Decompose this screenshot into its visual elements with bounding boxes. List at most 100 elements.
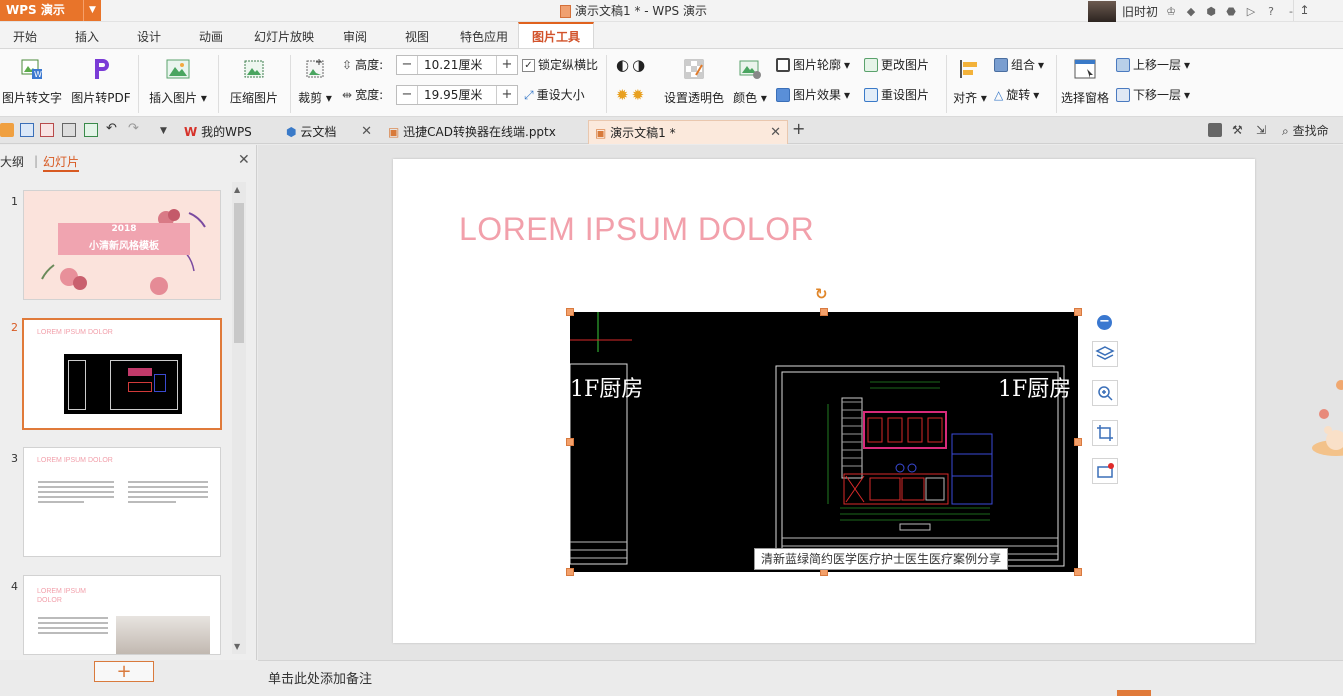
resize-handle-ne[interactable] <box>1074 308 1082 316</box>
reset-image-label: 重设图片 <box>881 88 930 102</box>
resize-handle-w[interactable] <box>566 438 574 446</box>
share-icon[interactable]: ▷ <box>1244 5 1258 18</box>
username[interactable]: 旧时初 <box>1122 3 1158 20</box>
tab-cad-converter[interactable]: ▣ 迅捷CAD转换器在线端.pptx <box>388 120 586 144</box>
settings-icon[interactable]: ⬢ <box>1204 5 1218 18</box>
color-button[interactable]: 颜色 ▾ <box>730 53 770 113</box>
tab-special[interactable]: 特色应用 <box>452 22 516 48</box>
increase-width-button[interactable]: + <box>497 86 517 104</box>
tab-review[interactable]: 审阅 <box>330 22 380 48</box>
brightness-button[interactable]: ✹ ✹ <box>616 85 644 105</box>
tab-design[interactable]: 设计 <box>124 22 174 48</box>
collapse-tools-icon[interactable]: − <box>1097 315 1112 330</box>
resize-handle-se[interactable] <box>1074 568 1082 576</box>
scrollbar-thumb[interactable] <box>234 203 244 343</box>
resize-handle-nw[interactable] <box>566 308 574 316</box>
resize-handle-sw[interactable] <box>566 568 574 576</box>
undo-icon[interactable]: ↶ <box>106 122 120 136</box>
contrast-button[interactable]: ◐ ◑ <box>616 55 645 75</box>
user-area[interactable]: 旧时初 ♔ ◆ ⬢ ⬣ ▷ ? - <box>1088 0 1298 22</box>
print-preview-icon[interactable] <box>84 123 98 137</box>
open-folder-icon[interactable] <box>0 123 14 137</box>
export-pdf-icon[interactable] <box>40 123 54 137</box>
decrease-width-button[interactable]: − <box>397 86 417 104</box>
tab-cloud-docs[interactable]: ⬢ 云文档 ✕ <box>286 120 378 144</box>
decrease-height-button[interactable]: − <box>397 56 417 74</box>
slide-thumbnail[interactable]: LOREM IPSUM DOLOR <box>23 575 221 655</box>
cad-image[interactable]: 1F厨房 1F厨房 <box>570 312 1078 572</box>
redo-icon[interactable]: ↷ <box>128 122 142 136</box>
increase-height-button[interactable]: + <box>497 56 517 74</box>
resize-handle-e[interactable] <box>1074 438 1082 446</box>
selection-pane-button[interactable]: 选择窗格 <box>1058 53 1112 113</box>
close-icon[interactable]: ✕ <box>361 120 372 144</box>
send-backward-button[interactable]: 下移一层 ▾ <box>1116 85 1190 105</box>
tab-picture-tools[interactable]: 图片工具 <box>518 22 594 48</box>
status-bar-view-button[interactable] <box>1117 690 1151 696</box>
bring-forward-button[interactable]: 上移一层 ▾ <box>1116 55 1190 75</box>
compress-image-button[interactable]: 压缩图片 <box>224 53 284 113</box>
tab-slideshow[interactable]: 幻灯片放映 <box>246 22 322 48</box>
tab-my-wps[interactable]: W 我的WPS <box>184 120 276 144</box>
width-input[interactable]: 19.95厘米 <box>417 86 497 104</box>
group-button[interactable]: 组合 ▾ <box>994 55 1044 75</box>
help-icon[interactable]: ? <box>1264 5 1278 18</box>
new-tab-icon[interactable]: + <box>792 121 806 137</box>
lock-aspect-checkbox[interactable]: ✓ 锁定纵横比 <box>522 55 598 75</box>
cube-icon[interactable]: ⬣ <box>1224 5 1238 18</box>
save-icon[interactable] <box>20 123 34 137</box>
app-menu-button[interactable]: WPS 演示 ▼ <box>0 0 101 21</box>
resize-handle-n[interactable] <box>820 308 828 316</box>
reset-size-button[interactable]: ⤢ 重设大小 <box>524 85 585 105</box>
find-command-search[interactable]: ⌕ 查找命 <box>1282 122 1329 139</box>
tab-outline[interactable]: 大纲 <box>0 153 24 170</box>
width-stepper[interactable]: − 19.95厘米 + <box>396 85 518 105</box>
change-image-button[interactable]: 更改图片 <box>864 55 929 75</box>
insert-image-button[interactable]: 插入图片 ▾ <box>144 53 212 113</box>
tab-view[interactable]: 视图 <box>392 22 442 48</box>
layers-button[interactable] <box>1092 341 1118 367</box>
slide-title[interactable]: LOREM IPSUM DOLOR <box>459 211 814 248</box>
avatar[interactable] <box>1088 0 1116 22</box>
tab-presentation-1[interactable]: ▣ 演示文稿1 * ✕ <box>588 120 788 144</box>
crop-button[interactable]: 裁剪 ▾ <box>294 53 336 113</box>
checkbox-checked-icon[interactable]: ✓ <box>522 58 535 72</box>
picture-outline-button[interactable]: 图片轮廓 ▾ <box>776 55 850 75</box>
height-input[interactable]: 10.21厘米 <box>417 56 497 74</box>
customize-dropdown-icon[interactable]: ▼ <box>160 124 174 138</box>
slide-thumbnail-active[interactable]: LOREM IPSUM DOLOR <box>22 318 222 430</box>
rotate-button[interactable]: △ 旋转 ▾ <box>994 85 1039 105</box>
scroll-up-icon[interactable]: ▲ <box>234 185 240 194</box>
rotate-handle-icon[interactable]: ↻ <box>815 287 828 302</box>
add-slide-button[interactable]: + <box>94 661 154 682</box>
zoom-in-button[interactable] <box>1092 380 1118 406</box>
screen-icon[interactable] <box>1208 123 1222 137</box>
crop-tool-button[interactable] <box>1092 420 1118 446</box>
slide-thumbnail[interactable]: 2018 小清新风格模板 <box>23 190 221 300</box>
picture-effect-button[interactable]: 图片效果 ▾ <box>776 85 850 105</box>
reset-image-button[interactable]: 重设图片 <box>864 85 929 105</box>
print-icon[interactable] <box>62 123 76 137</box>
align-button[interactable]: 对齐 ▾ <box>950 53 990 113</box>
picture-tool-button[interactable] <box>1092 458 1118 484</box>
slide-thumbnail[interactable]: LOREM IPSUM DOLOR <box>23 447 221 557</box>
upload-icon[interactable]: ↥ <box>1293 0 1315 21</box>
image-to-pdf-button[interactable]: 图片转PDF <box>68 53 134 113</box>
chevron-down-icon[interactable]: ▼ <box>83 0 101 21</box>
image-to-text-button[interactable]: W 图片转文字 <box>0 53 64 113</box>
tab-insert[interactable]: 插入 <box>62 22 112 48</box>
tab-slides[interactable]: 幻灯片 <box>43 153 80 172</box>
tab-animation[interactable]: 动画 <box>186 22 236 48</box>
close-icon[interactable]: ✕ <box>238 152 250 168</box>
set-transparent-button[interactable]: 设置透明色 <box>662 53 726 113</box>
close-icon[interactable]: ✕ <box>770 121 781 145</box>
cursor-icon[interactable]: ⇲ <box>1256 123 1270 137</box>
skin-icon[interactable]: ◆ <box>1184 5 1198 18</box>
notes-pane[interactable]: 单击此处添加备注 <box>258 660 1343 696</box>
notes-placeholder[interactable]: 单击此处添加备注 <box>268 668 372 687</box>
scroll-down-icon[interactable]: ▼ <box>234 642 240 651</box>
tools-icon[interactable]: ⚒ <box>1232 123 1246 137</box>
tab-home[interactable]: 开始 <box>0 22 50 48</box>
height-stepper[interactable]: − 10.21厘米 + <box>396 55 518 75</box>
brightness-icon: ✹ <box>616 86 629 104</box>
